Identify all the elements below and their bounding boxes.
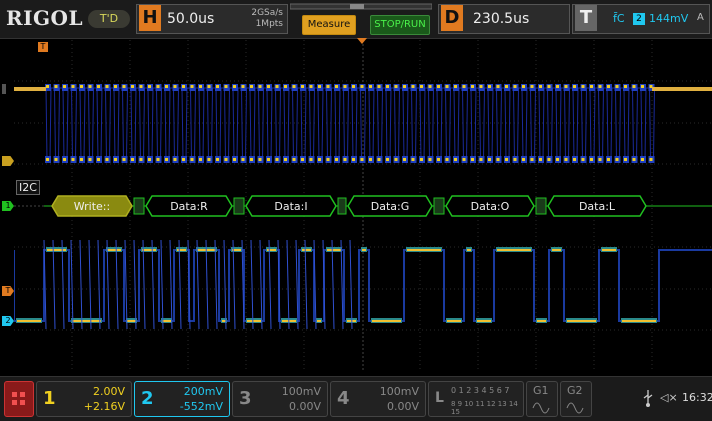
bus-level-marker: 1 (2, 201, 14, 211)
trigger-slope-icon: f̄C (613, 12, 625, 25)
timebase-value: 50.0us (167, 11, 215, 27)
channel-2-panel[interactable]: 2 200mV -552mV (134, 381, 230, 417)
delay-letter: D (441, 5, 463, 31)
channel-4-offset: 0.00V (386, 400, 419, 413)
top-status-bar: RIGOL T'D H 50.0us 2GSa/s 1Mpts Measure … (0, 0, 712, 39)
channel-3-number: 3 (239, 388, 252, 409)
channel-3-offset: 0.00V (288, 400, 321, 413)
speaker-mute-icon[interactable]: ◁× (660, 391, 678, 404)
measure-button[interactable]: Measure (302, 15, 356, 35)
logic-channels-row-1: 0 1 2 3 4 5 6 7 (451, 386, 510, 395)
channel-4-panel[interactable]: 4 100mV 0.00V (330, 381, 426, 417)
trigger-level: 144mV (649, 12, 689, 25)
memory-depth: 1Mpts (255, 19, 283, 29)
horizontal-panel[interactable]: H 50.0us 2GSa/s 1Mpts (136, 4, 288, 34)
bus-label: I2C (16, 180, 40, 195)
trigger-letter: T (575, 5, 597, 31)
trigger-position-arrow (357, 38, 367, 44)
channel-4-number: 4 (337, 388, 350, 409)
logic-channels-row-2: 8 9 10 11 12 13 14 15 (451, 400, 518, 416)
delay-panel[interactable]: D 230.5us (438, 4, 570, 34)
clock-time: 16:32 (682, 391, 712, 404)
generator-2-panel[interactable]: G2 (560, 381, 592, 417)
stop-run-button[interactable]: STOP/RUN (370, 15, 430, 35)
sine-wave-icon (566, 402, 584, 414)
trigger-position-bar (290, 3, 432, 10)
usb-icon (643, 390, 653, 407)
channel-3-scale: 100mV (281, 385, 321, 398)
decode-packet-label: Data:L (579, 200, 616, 213)
horizontal-letter: H (139, 5, 161, 31)
trigger-mode: A (697, 12, 704, 23)
decode-packet-label: Data:I (274, 200, 307, 213)
bottom-channel-bar: 1 2.00V +2.16V 2 200mV -552mV 3 100mV 0.… (0, 376, 712, 421)
channel-1-offset-marker (2, 84, 6, 94)
trigger-source: 2 (633, 13, 645, 25)
trigger-panel[interactable]: T f̄C 2 144mV A (572, 4, 710, 34)
channel-1-number: 1 (43, 388, 56, 409)
waveform-display[interactable]: Write:: Data:R Data:I Data:G Data:O Data:L (14, 40, 712, 372)
trigger-status-badge[interactable]: T'D (88, 10, 130, 28)
logic-letter: L (435, 390, 444, 406)
logic-analyzer-panel[interactable]: L 0 1 2 3 4 5 6 7 8 9 10 11 12 13 14 15 (428, 381, 524, 417)
channel-1-scale: 2.00V (92, 385, 125, 398)
grid-menu-icon (12, 392, 25, 405)
channel-2-offset-marker: 2 (2, 316, 14, 326)
trigger-position-marker[interactable]: T (38, 42, 48, 52)
generator-1-panel[interactable]: G1 (526, 381, 558, 417)
decode-packet-label: Data:G (371, 200, 410, 213)
trigger-level-marker: T (2, 286, 14, 296)
channel-1-offset: +2.16V (83, 400, 125, 413)
channel-1-panel[interactable]: 1 2.00V +2.16V (36, 381, 132, 417)
menu-button[interactable] (4, 381, 34, 417)
channel-2-number: 2 (141, 388, 154, 409)
channel-3-panel[interactable]: 3 100mV 0.00V (232, 381, 328, 417)
delay-value: 230.5us (473, 11, 530, 27)
i2c-decode-bus: Write:: Data:R Data:I Data:G Data:O Data:L (51, 195, 647, 217)
sample-rate: 2GSa/s (251, 8, 283, 18)
decode-packet-label: Data:R (170, 200, 208, 213)
channel-2-offset: -552mV (179, 400, 223, 413)
channel-4-scale: 100mV (379, 385, 419, 398)
decode-packet-label: Write:: (74, 200, 110, 213)
decode-packet-label: Data:O (471, 200, 510, 213)
channel-2-scale: 200mV (183, 385, 223, 398)
brand-logo: RIGOL (6, 6, 84, 30)
sine-wave-icon (532, 402, 550, 414)
channel-1-trigger-marker (2, 156, 14, 166)
